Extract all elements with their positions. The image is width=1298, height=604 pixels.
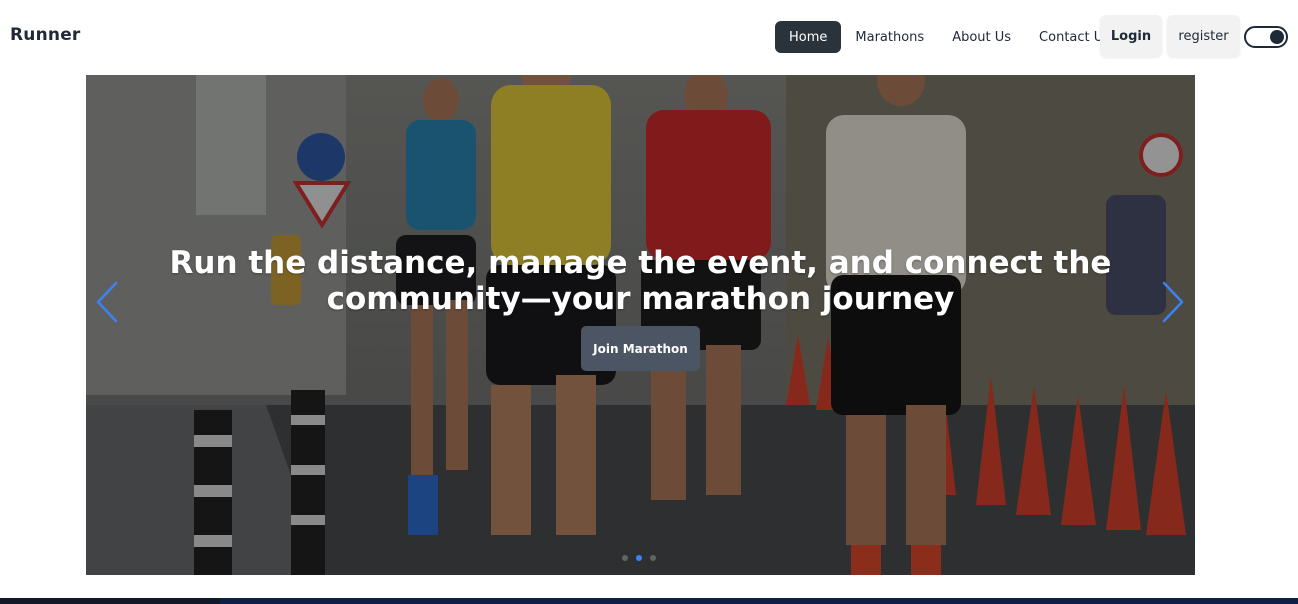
carousel-dot-active[interactable] (636, 555, 642, 561)
hero-overlay (86, 75, 1195, 575)
toggle-knob (1270, 30, 1284, 44)
chevron-left-icon[interactable] (94, 280, 120, 324)
footer-edge (0, 598, 1298, 604)
hero-carousel: Run the distance, manage the event, and … (86, 75, 1195, 575)
nav-links: Home Marathons About Us Contact Us (775, 21, 1124, 53)
carousel-dot[interactable] (650, 555, 656, 561)
hero-title: Run the distance, manage the event, and … (169, 245, 1112, 317)
nav-link-about-us[interactable]: About Us (938, 21, 1025, 53)
chevron-right-icon[interactable] (1160, 280, 1186, 324)
theme-toggle-icon[interactable] (1244, 26, 1288, 48)
register-button[interactable]: register (1167, 15, 1240, 57)
footer-edge-accent (220, 598, 1298, 604)
join-marathon-button[interactable]: Join Marathon (581, 326, 700, 371)
login-button[interactable]: Login (1100, 15, 1162, 57)
carousel-pagination (622, 555, 656, 561)
nav-link-home[interactable]: Home (775, 21, 842, 53)
nav-link-marathons[interactable]: Marathons (841, 21, 938, 53)
carousel-dot[interactable] (622, 555, 628, 561)
navbar: Runner Home Marathons About Us Contact U… (0, 0, 1298, 74)
brand-logo[interactable]: Runner (10, 25, 81, 45)
